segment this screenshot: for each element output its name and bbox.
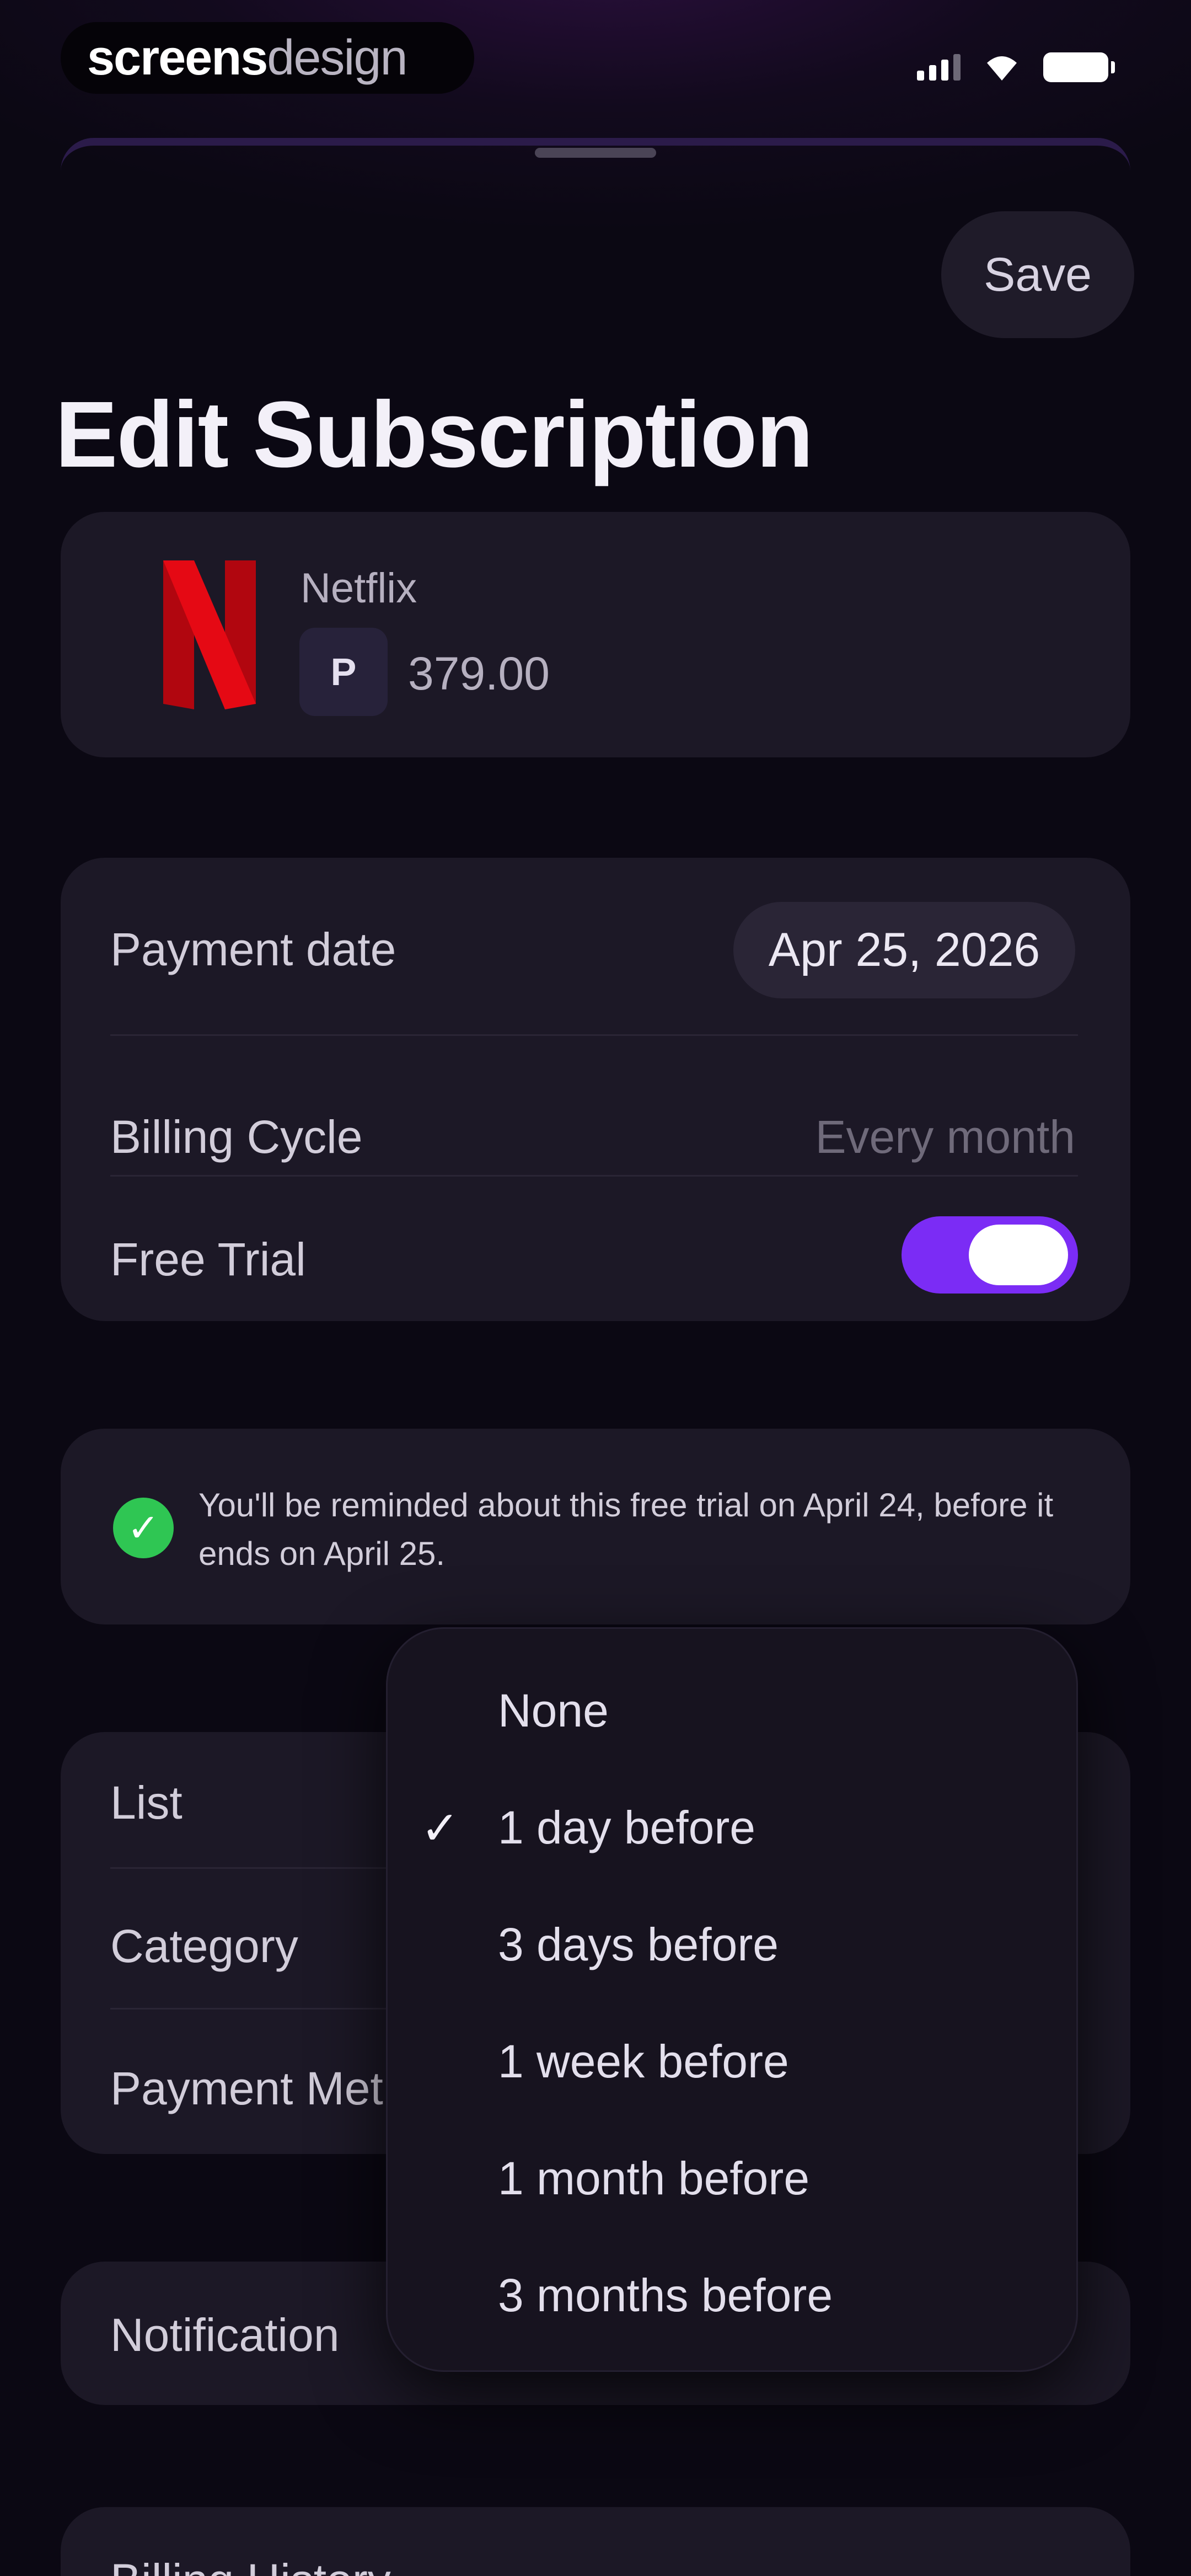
details-card: Payment date Apr 25, 2026 Billing Cycle …: [61, 858, 1130, 1321]
reminder-info-card: ✓ You'll be reminded about this free tri…: [61, 1429, 1130, 1624]
checkmark-icon: ✓: [421, 1802, 460, 1854]
dropdown-option-1-month[interactable]: 1 month before: [388, 2119, 1076, 2229]
watermark-logo: screens design: [61, 22, 474, 94]
wifi-icon: [987, 56, 1017, 81]
dropdown-option-label: 1 week before: [498, 2035, 789, 2087]
dropdown-option-label: None: [498, 1685, 609, 1736]
service-name[interactable]: Netflix: [301, 564, 417, 612]
free-trial-toggle[interactable]: [902, 1216, 1078, 1294]
dropdown-option-3-months[interactable]: 3 months before: [388, 2236, 1076, 2346]
dropdown-option-label: 1 month before: [498, 2152, 810, 2204]
billing-cycle-label: Billing Cycle: [110, 1111, 363, 1163]
dropdown-option-label: 3 days before: [498, 1918, 779, 1970]
billing-history-label: Billing History: [110, 2554, 391, 2576]
dropdown-option-label: 3 months before: [498, 2269, 833, 2321]
payment-date-picker[interactable]: Apr 25, 2026: [733, 902, 1075, 998]
service-card[interactable]: Netflix P 379.00: [61, 512, 1130, 757]
battery-icon: [1043, 52, 1115, 82]
toggle-knob: [969, 1225, 1068, 1285]
divider: [110, 1034, 1078, 1036]
dropdown-option-1-day[interactable]: ✓ 1 day before: [388, 1768, 1076, 1878]
billing-history-row[interactable]: Billing History: [61, 2507, 1130, 2576]
divider: [110, 1175, 1078, 1177]
dropdown-option-label: 1 day before: [498, 1802, 756, 1853]
category-label: Category: [110, 1920, 298, 1972]
list-label: List: [110, 1777, 183, 1829]
price-input[interactable]: 379.00: [408, 647, 550, 701]
edit-subscription-screen: screens design Save Edit Subscription Net…: [0, 0, 1191, 2576]
check-circle-icon: ✓: [113, 1498, 174, 1558]
watermark-part-1: screens: [87, 30, 268, 85]
dropdown-option-3-days[interactable]: 3 days before: [388, 1885, 1076, 1995]
reminder-text: You'll be reminded about this free trial…: [198, 1487, 1054, 1572]
notification-dropdown-menu: None ✓ 1 day before 3 days before 1 week…: [386, 1627, 1078, 2372]
cellular-signal-icon: [917, 54, 961, 81]
sheet-grabber[interactable]: [535, 148, 656, 158]
netflix-logo-icon: [163, 560, 256, 709]
notification-label: Notification: [110, 2309, 340, 2361]
dropdown-option-1-week[interactable]: 1 week before: [388, 2002, 1076, 2112]
dropdown-option-none[interactable]: None: [388, 1651, 1076, 1761]
free-trial-label: Free Trial: [110, 1233, 306, 1285]
status-bar: [917, 52, 1115, 82]
billing-cycle-value[interactable]: Every month: [815, 1110, 1075, 1164]
payment-date-label: Payment date: [110, 923, 396, 975]
page-title: Edit Subscription: [55, 382, 813, 487]
save-button[interactable]: Save: [941, 211, 1134, 338]
currency-button[interactable]: P: [299, 628, 388, 716]
watermark-part-2: design: [267, 30, 407, 85]
